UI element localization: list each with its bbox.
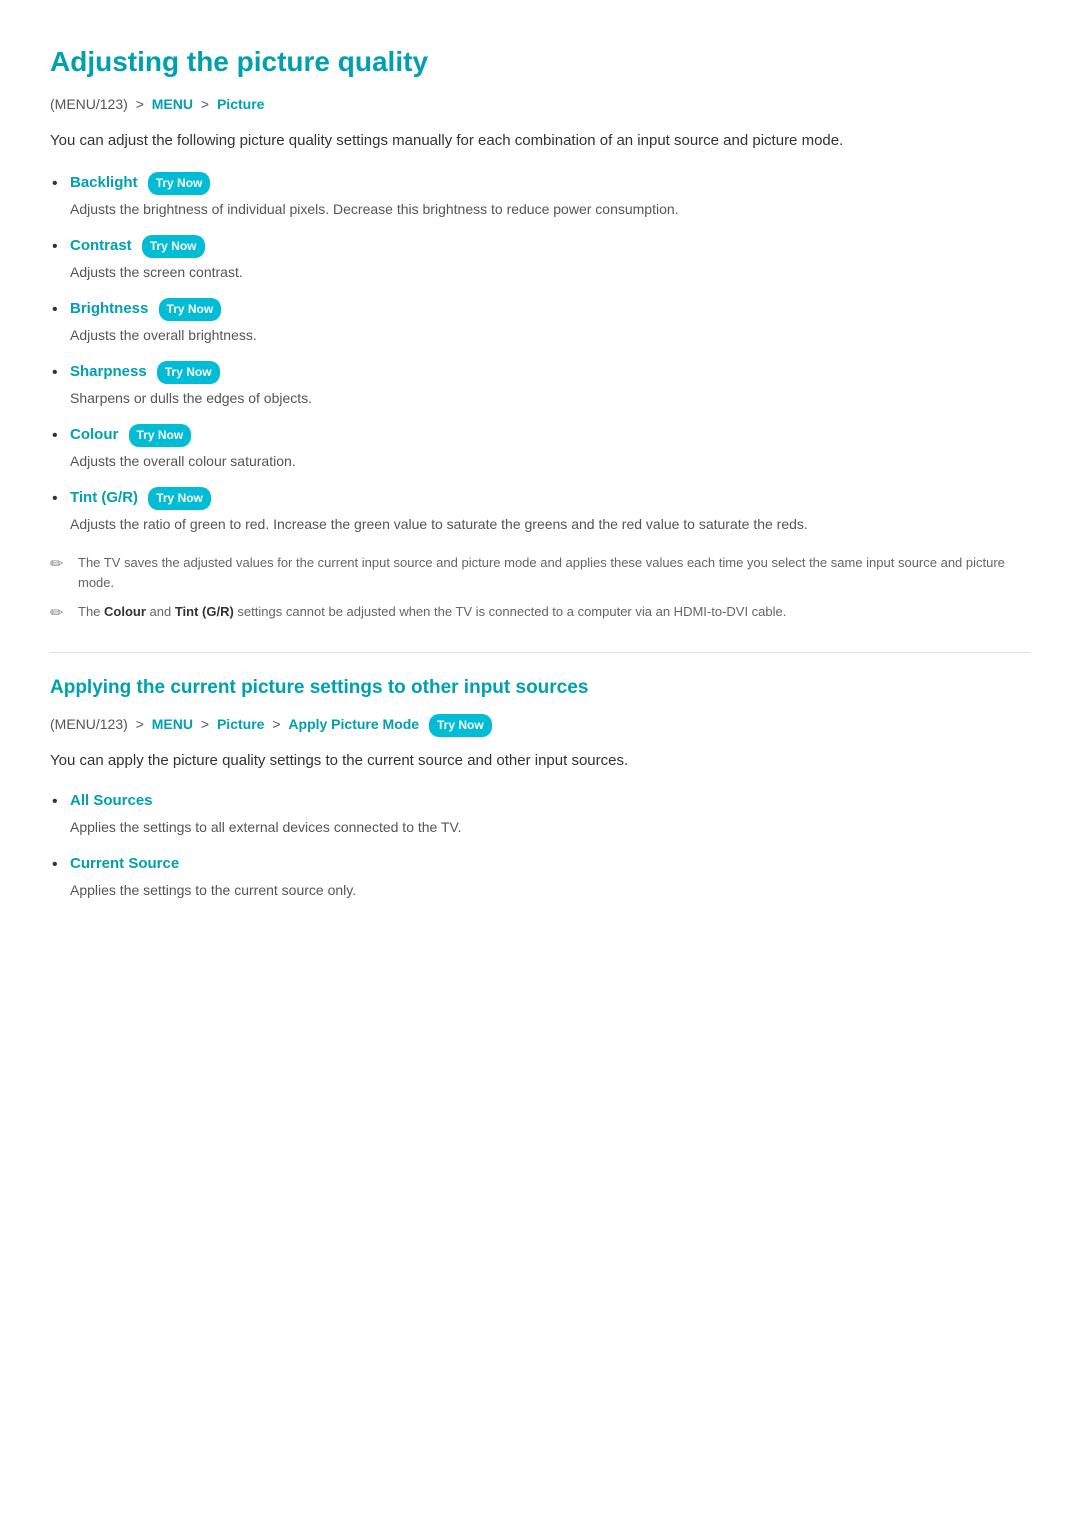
breadcrumb-arrow1: >: [136, 96, 144, 112]
feature-desc-sharpness: Sharpens or dulls the edges of objects.: [70, 388, 1030, 409]
try-now-badge-backlight[interactable]: Try Now: [148, 172, 211, 195]
note-1-text: The TV saves the adjusted values for the…: [78, 555, 1005, 590]
note-1: The TV saves the adjusted values for the…: [50, 553, 1030, 592]
feature-desc-current-source: Applies the settings to the current sour…: [70, 880, 1030, 901]
breadcrumb-picture[interactable]: Picture: [217, 96, 264, 112]
section2-breadcrumb: (MENU/123) > MENU > Picture > Apply Pict…: [50, 713, 1030, 737]
feature-desc-backlight: Adjusts the brightness of individual pix…: [70, 199, 1030, 220]
section2-breadcrumb-apply[interactable]: Apply Picture Mode: [288, 716, 419, 732]
list-item: Backlight Try Now Adjusts the brightness…: [70, 171, 1030, 220]
page-title: Adjusting the picture quality: [50, 40, 1030, 85]
feature-name-current-source: Current Source: [70, 855, 179, 872]
feature-name-sharpness: Sharpness: [70, 363, 147, 380]
section2-feature-list: All Sources Applies the settings to all …: [70, 789, 1030, 901]
feature-desc-brightness: Adjusts the overall brightness.: [70, 325, 1030, 346]
breadcrumb-menu[interactable]: MENU: [152, 96, 193, 112]
feature-name-colour: Colour: [70, 426, 118, 443]
section2-intro: You can apply the picture quality settin…: [50, 749, 1030, 773]
intro-text: You can adjust the following picture qua…: [50, 129, 1030, 153]
note-2-text-3: settings cannot be adjusted when the TV …: [234, 604, 787, 619]
try-now-badge-sharpness[interactable]: Try Now: [157, 361, 220, 384]
note-2: The Colour and Tint (G/R) settings canno…: [50, 602, 1030, 622]
note-2-tint: Tint (G/R): [175, 604, 234, 619]
try-now-badge-apply[interactable]: Try Now: [429, 714, 492, 737]
list-item: Colour Try Now Adjusts the overall colou…: [70, 423, 1030, 472]
section2-breadcrumb-arrow1: >: [136, 716, 144, 732]
feature-name-backlight: Backlight: [70, 174, 138, 191]
breadcrumb-prefix: (MENU/123): [50, 96, 128, 112]
list-item: Brightness Try Now Adjusts the overall b…: [70, 297, 1030, 346]
feature-list: Backlight Try Now Adjusts the brightness…: [70, 171, 1030, 535]
list-item: Tint (G/R) Try Now Adjusts the ratio of …: [70, 486, 1030, 535]
breadcrumb: (MENU/123) > MENU > Picture: [50, 93, 1030, 115]
note-2-text-1: The: [78, 604, 104, 619]
try-now-badge-contrast[interactable]: Try Now: [142, 235, 205, 258]
feature-name-all-sources: All Sources: [70, 792, 153, 809]
note-2-colour: Colour: [104, 604, 146, 619]
feature-desc-colour: Adjusts the overall colour saturation.: [70, 451, 1030, 472]
list-item: All Sources Applies the settings to all …: [70, 789, 1030, 838]
feature-desc-all-sources: Applies the settings to all external dev…: [70, 817, 1030, 838]
try-now-badge-tint[interactable]: Try Now: [148, 487, 211, 510]
list-item: Current Source Applies the settings to t…: [70, 852, 1030, 901]
try-now-badge-brightness[interactable]: Try Now: [159, 298, 222, 321]
section2-title: Applying the current picture settings to…: [50, 673, 1030, 703]
section2-breadcrumb-arrow2: >: [201, 716, 209, 732]
try-now-badge-colour[interactable]: Try Now: [129, 424, 192, 447]
feature-desc-tint: Adjusts the ratio of green to red. Incre…: [70, 514, 1030, 535]
note-2-text-2: and: [146, 604, 175, 619]
list-item: Contrast Try Now Adjusts the screen cont…: [70, 234, 1030, 283]
feature-desc-contrast: Adjusts the screen contrast.: [70, 262, 1030, 283]
breadcrumb-arrow2: >: [201, 96, 209, 112]
section2-breadcrumb-picture[interactable]: Picture: [217, 716, 264, 732]
list-item: Sharpness Try Now Sharpens or dulls the …: [70, 360, 1030, 409]
section2-breadcrumb-menu[interactable]: MENU: [152, 716, 193, 732]
section2-breadcrumb-prefix: (MENU/123): [50, 716, 128, 732]
feature-name-contrast: Contrast: [70, 237, 132, 254]
section2-breadcrumb-arrow3: >: [272, 716, 280, 732]
feature-name-tint: Tint (G/R): [70, 489, 138, 506]
feature-name-brightness: Brightness: [70, 300, 148, 317]
section-divider: [50, 652, 1030, 653]
